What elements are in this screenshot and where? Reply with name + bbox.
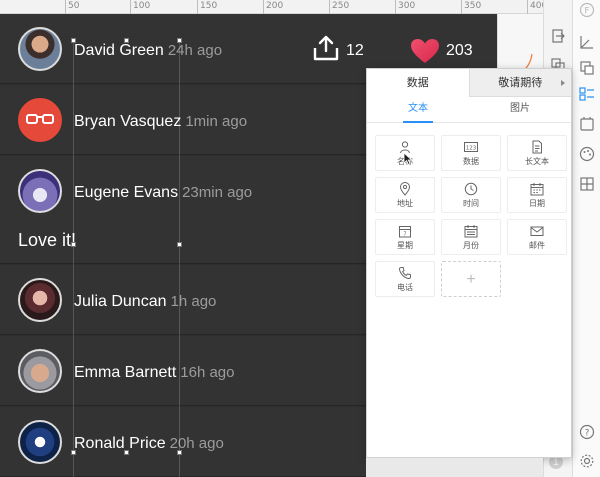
phone-icon <box>398 267 411 280</box>
glasses-icon <box>26 114 54 124</box>
user-name[interactable]: Ronald Price <box>74 435 166 452</box>
month-calendar-icon <box>464 225 478 238</box>
user-name[interactable]: Bryan Vasquez <box>74 113 181 130</box>
clock-icon <box>464 182 478 196</box>
data-item-label: 地址 <box>397 199 413 208</box>
tab-coming-soon[interactable]: 敬请期待 <box>468 69 571 97</box>
svg-text:F: F <box>584 7 589 17</box>
data-item-email[interactable]: 邮件 <box>507 219 567 255</box>
add-data-item-button[interactable]: + <box>441 261 501 297</box>
data-item-label: 星期 <box>397 241 413 250</box>
data-item-label: 数据 <box>463 157 479 166</box>
plus-icon: + <box>466 271 476 288</box>
user-name[interactable]: David Green <box>74 42 164 59</box>
svg-text:123: 123 <box>466 146 477 152</box>
data-item-month[interactable]: 月份 <box>441 219 501 255</box>
selection-handle[interactable] <box>177 242 182 247</box>
weekday-calendar-icon: 7 <box>399 226 411 238</box>
tab-coming-soon-label: 敬请期待 <box>498 77 543 89</box>
data-item-label: 邮件 <box>529 241 545 250</box>
data-popover: 数据 敬请期待 文本 图片 名称 123 数据 长文本 地址 <box>366 68 572 458</box>
heart-icon[interactable] <box>410 38 440 64</box>
selection-handle[interactable] <box>177 38 182 43</box>
avatar[interactable] <box>18 349 62 393</box>
data-item-label: 电话 <box>397 283 413 292</box>
subtab-image[interactable]: 图片 <box>469 97 571 122</box>
selection-handle[interactable] <box>71 450 76 455</box>
data-item-label: 长文本 <box>525 157 549 166</box>
selection-handle[interactable] <box>71 242 76 247</box>
timestamp: 1h ago <box>170 293 217 310</box>
popover-footer <box>366 458 543 477</box>
data-item-date[interactable]: 日期 <box>507 177 567 213</box>
selection-handle[interactable] <box>124 450 129 455</box>
user-name[interactable]: Eugene Evans <box>74 184 178 201</box>
avatar[interactable] <box>18 27 62 71</box>
subtab-text[interactable]: 文本 <box>367 97 469 122</box>
avatar[interactable] <box>18 420 62 464</box>
selection-handle[interactable] <box>177 450 182 455</box>
share-count: 12 <box>346 42 364 59</box>
mouse-cursor-icon <box>403 152 413 166</box>
data-item-address[interactable]: 地址 <box>375 177 435 213</box>
selection-handle[interactable] <box>124 38 129 43</box>
data-item-numbers[interactable]: 123 数据 <box>441 135 501 171</box>
help-icon[interactable]: ? <box>579 424 595 440</box>
top-ruler: 50 100 150 200 250 300 350 400 450 <box>0 0 572 14</box>
timestamp: 1min ago <box>185 113 248 130</box>
data-item-long-text[interactable]: 长文本 <box>507 135 567 171</box>
design-app-window: 50 100 150 200 250 300 350 400 450 David… <box>0 0 600 477</box>
ruler-label: 300 <box>398 1 416 11</box>
location-pin-icon <box>399 182 411 196</box>
avatar[interactable] <box>18 98 62 142</box>
user-name[interactable]: Julia Duncan <box>74 293 167 310</box>
data-item-label: 时间 <box>463 199 479 208</box>
mail-icon <box>530 226 544 236</box>
data-item-label: 日期 <box>529 199 545 208</box>
svg-text:7: 7 <box>403 232 406 238</box>
ruler-label: 150 <box>200 1 218 11</box>
avatar[interactable] <box>18 278 62 322</box>
active-tab-indicator <box>403 121 433 123</box>
selection-handle[interactable] <box>71 38 76 43</box>
data-item-time[interactable]: 时间 <box>441 177 501 213</box>
ruler-label: 100 <box>133 1 151 11</box>
timestamp: 23min ago <box>182 184 253 201</box>
calendar-icon <box>530 183 544 196</box>
plugin-logo-icon[interactable]: F <box>579 2 595 18</box>
tab-data[interactable]: 数据 <box>367 69 469 97</box>
data-item-phone[interactable]: 电话 <box>375 261 435 297</box>
numbers-icon: 123 <box>464 142 478 152</box>
plugin-bar: F ? <box>572 0 600 477</box>
document-icon <box>532 140 542 154</box>
svg-text:?: ? <box>585 429 590 439</box>
share-icon[interactable] <box>312 34 340 62</box>
selection-guide <box>73 40 74 477</box>
import-icon[interactable] <box>550 28 566 44</box>
data-item-weekday[interactable]: 7 星期 <box>375 219 435 255</box>
caret-right-icon <box>561 80 565 86</box>
palette-icon[interactable] <box>579 146 595 162</box>
selection-guide <box>179 40 180 477</box>
ruler-label: 50 <box>68 1 80 11</box>
layers-icon[interactable] <box>579 60 595 76</box>
measure-icon[interactable] <box>579 34 595 50</box>
data-item-label: 月份 <box>463 241 479 250</box>
ruler-label: 250 <box>332 1 350 11</box>
ruler-label: 200 <box>266 1 284 11</box>
user-name[interactable]: Emma Barnett <box>74 364 176 381</box>
timestamp: 16h ago <box>180 364 235 381</box>
grid-icon[interactable] <box>579 176 595 192</box>
ruler-label: 350 <box>464 1 482 11</box>
frame-icon[interactable] <box>579 116 595 132</box>
timestamp: 24h ago <box>167 42 223 59</box>
settings-gear-icon[interactable] <box>579 453 595 469</box>
comment-text: Love it! <box>18 230 77 250</box>
like-count: 203 <box>446 42 473 59</box>
content-icon[interactable] <box>579 86 595 102</box>
avatar[interactable] <box>18 169 62 213</box>
